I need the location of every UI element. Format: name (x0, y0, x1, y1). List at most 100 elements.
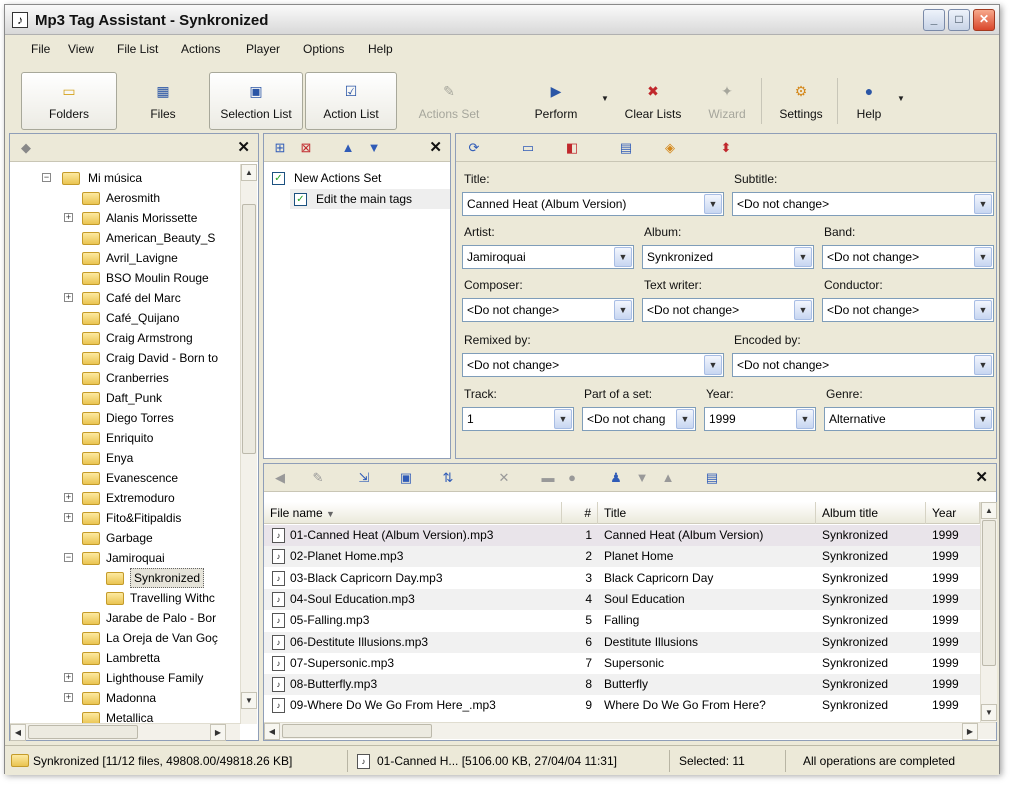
perform-dropdown-arrow[interactable]: ▼ (601, 94, 609, 103)
export-icon[interactable]: ⇲ (356, 470, 372, 486)
view-icon[interactable]: ▣ (398, 470, 414, 486)
action-list-button[interactable]: ☑ Action List (305, 72, 397, 130)
table-row[interactable]: ♪ 07-Supersonic.mp3 7 Supersonic Synkronized… (264, 653, 980, 674)
minus-icon[interactable]: ▬ (540, 470, 556, 486)
chevron-down-icon[interactable]: ▼ (554, 409, 572, 429)
menu-actions[interactable]: Actions (181, 42, 220, 56)
column-track-number[interactable]: # (562, 502, 598, 524)
folder-tree-close-icon[interactable]: ✕ (237, 138, 250, 156)
album-field[interactable]: Synkronized ▼ (642, 245, 814, 269)
scroll-down-icon[interactable]: ▼ (981, 704, 997, 721)
collapse-icon[interactable]: − (42, 173, 51, 182)
scroll-up-icon[interactable]: ▲ (241, 164, 257, 181)
arrow-up-icon[interactable]: ▲ (660, 470, 676, 486)
composer-field[interactable]: <Do not change> ▼ (462, 298, 634, 322)
scroll-right-icon[interactable]: ▶ (962, 723, 978, 740)
clear-lists-button[interactable]: ✖ Clear Lists (611, 72, 695, 130)
sort-icon[interactable]: ⇅ (440, 470, 456, 486)
chevron-down-icon[interactable]: ▼ (704, 355, 722, 375)
folders-button[interactable]: ▭ Folders (21, 72, 117, 130)
chevron-down-icon[interactable]: ▼ (974, 247, 992, 267)
genre-field[interactable]: Alternative ▼ (824, 407, 994, 431)
folder-nav-icon[interactable]: ◆ (18, 140, 34, 156)
selection-list-button[interactable]: ▣ Selection List (209, 72, 303, 130)
table-row[interactable]: ♪ 09-Where Do We Go From Here_.mp3 9 Where … (264, 695, 980, 716)
chevron-down-icon[interactable]: ▼ (676, 409, 694, 429)
table-row[interactable]: ♪ 03-Black Capricorn Day.mp3 3 Black Capric… (264, 568, 980, 589)
help-button[interactable]: ● Help (841, 72, 897, 130)
table-row[interactable]: ♪ 01-Canned Heat (Album Version).mp3 1 Cann… (264, 525, 980, 546)
chevron-down-icon[interactable]: ▼ (796, 409, 814, 429)
arrow-down-icon[interactable]: ▼ (634, 470, 650, 486)
tag-remove-icon[interactable]: ⬍ (718, 140, 734, 156)
menu-file[interactable]: File (31, 42, 50, 56)
folder-tree-vscroll[interactable]: ▲ ▼ (240, 164, 257, 724)
folder-tree-hscroll[interactable]: ◀ ▶ (10, 723, 240, 741)
chevron-down-icon[interactable]: ▼ (794, 300, 812, 320)
tag-transfer-icon[interactable]: ◧ (564, 140, 580, 156)
subtitle-field[interactable]: <Do not change> ▼ (732, 192, 994, 216)
remixed-by-field[interactable]: <Do not change> ▼ (462, 353, 724, 377)
encoded-by-field[interactable]: <Do not change> ▼ (732, 353, 994, 377)
refresh-icon[interactable]: ⟳ (466, 140, 482, 156)
column-title[interactable]: Title (598, 502, 816, 524)
actions-set-button[interactable]: ✎ Actions Set (401, 72, 497, 130)
track-field[interactable]: 1 ▼ (462, 407, 574, 431)
table-row[interactable]: ♪ 04-Soul Education.mp3 4 Soul Education Syn… (264, 588, 980, 610)
part-of-set-field[interactable]: <Do not chang ▼ (582, 407, 696, 431)
band-field[interactable]: <Do not change> ▼ (822, 245, 994, 269)
tag-copy-icon[interactable]: ▭ (520, 140, 536, 156)
scroll-left-icon[interactable]: ◀ (264, 723, 280, 740)
expand-icon[interactable]: + (64, 513, 73, 522)
menu-file-list[interactable]: File List (117, 42, 158, 56)
column-album-title[interactable]: Album title (816, 502, 926, 524)
expand-icon[interactable]: + (64, 213, 73, 222)
help-dropdown-arrow[interactable]: ▼ (897, 94, 905, 103)
expand-icon[interactable]: + (64, 693, 73, 702)
file-list-hscroll[interactable]: ◀ ▶ (264, 722, 996, 740)
scroll-thumb[interactable] (982, 520, 996, 666)
chevron-down-icon[interactable]: ▼ (974, 300, 992, 320)
wizard-button[interactable]: ✦ Wizard (695, 72, 759, 130)
artist-field[interactable]: Jamiroquai ▼ (462, 245, 634, 269)
delete-icon[interactable]: ✕ (496, 470, 512, 486)
menu-options[interactable]: Options (303, 42, 344, 56)
year-field[interactable]: 1999 ▼ (704, 407, 816, 431)
menu-view[interactable]: View (68, 42, 94, 56)
expand-icon[interactable]: + (64, 493, 73, 502)
chevron-down-icon[interactable]: ▼ (794, 247, 812, 267)
column-year[interactable]: Year (926, 502, 980, 524)
people-icon[interactable]: ♟ (608, 470, 624, 486)
move-up-icon[interactable]: ▲ (340, 140, 356, 156)
expand-icon[interactable]: + (64, 293, 73, 302)
close-button[interactable]: ✕ (973, 9, 995, 31)
chevron-down-icon[interactable]: ▼ (614, 247, 632, 267)
conductor-field[interactable]: <Do not change> ▼ (822, 298, 994, 322)
chevron-down-icon[interactable]: ▼ (704, 194, 722, 214)
expand-icon[interactable]: + (64, 673, 73, 682)
action-list-close-icon[interactable]: ✕ (429, 138, 442, 156)
menu-help[interactable]: Help (368, 42, 393, 56)
perform-button[interactable]: ▶ Perform (515, 72, 597, 130)
chevron-down-icon[interactable]: ▼ (974, 355, 992, 375)
hscroll-thumb[interactable] (28, 725, 138, 739)
table-row[interactable]: ♪ 02-Planet Home.mp3 2 Planet Home Synkroniz… (264, 546, 980, 568)
table-row[interactable]: ♪ 06-Destitute Illusions.mp3 6 Destitute Il… (264, 631, 980, 653)
play-list-icon[interactable]: ◀ (272, 470, 288, 486)
actions-set-checkbox[interactable]: ✓ (272, 172, 285, 185)
table-row[interactable]: ♪ 08-Butterfly.mp3 8 Butterfly Synkronized 19… (264, 674, 980, 696)
move-down-icon[interactable]: ▼ (366, 140, 382, 156)
hscroll-thumb[interactable] (282, 724, 432, 738)
tag-options-icon[interactable]: ▤ (618, 140, 634, 156)
scroll-left-icon[interactable]: ◀ (10, 724, 26, 741)
tag-tools-icon[interactable]: ◈ (662, 140, 678, 156)
settings-button[interactable]: ⚙ Settings (767, 72, 835, 130)
column-file-name[interactable]: File name ▼ (264, 502, 562, 524)
file-list-vscroll[interactable]: ▲ ▼ (980, 502, 997, 722)
minimize-button[interactable]: _ (923, 9, 945, 31)
scroll-right-icon[interactable]: ▶ (210, 724, 226, 741)
list-view-icon[interactable]: ▤ (704, 470, 720, 486)
collapse-icon[interactable]: − (64, 553, 73, 562)
chevron-down-icon[interactable]: ▼ (974, 409, 992, 429)
edit-tag-icon[interactable]: ✎ (310, 470, 326, 486)
